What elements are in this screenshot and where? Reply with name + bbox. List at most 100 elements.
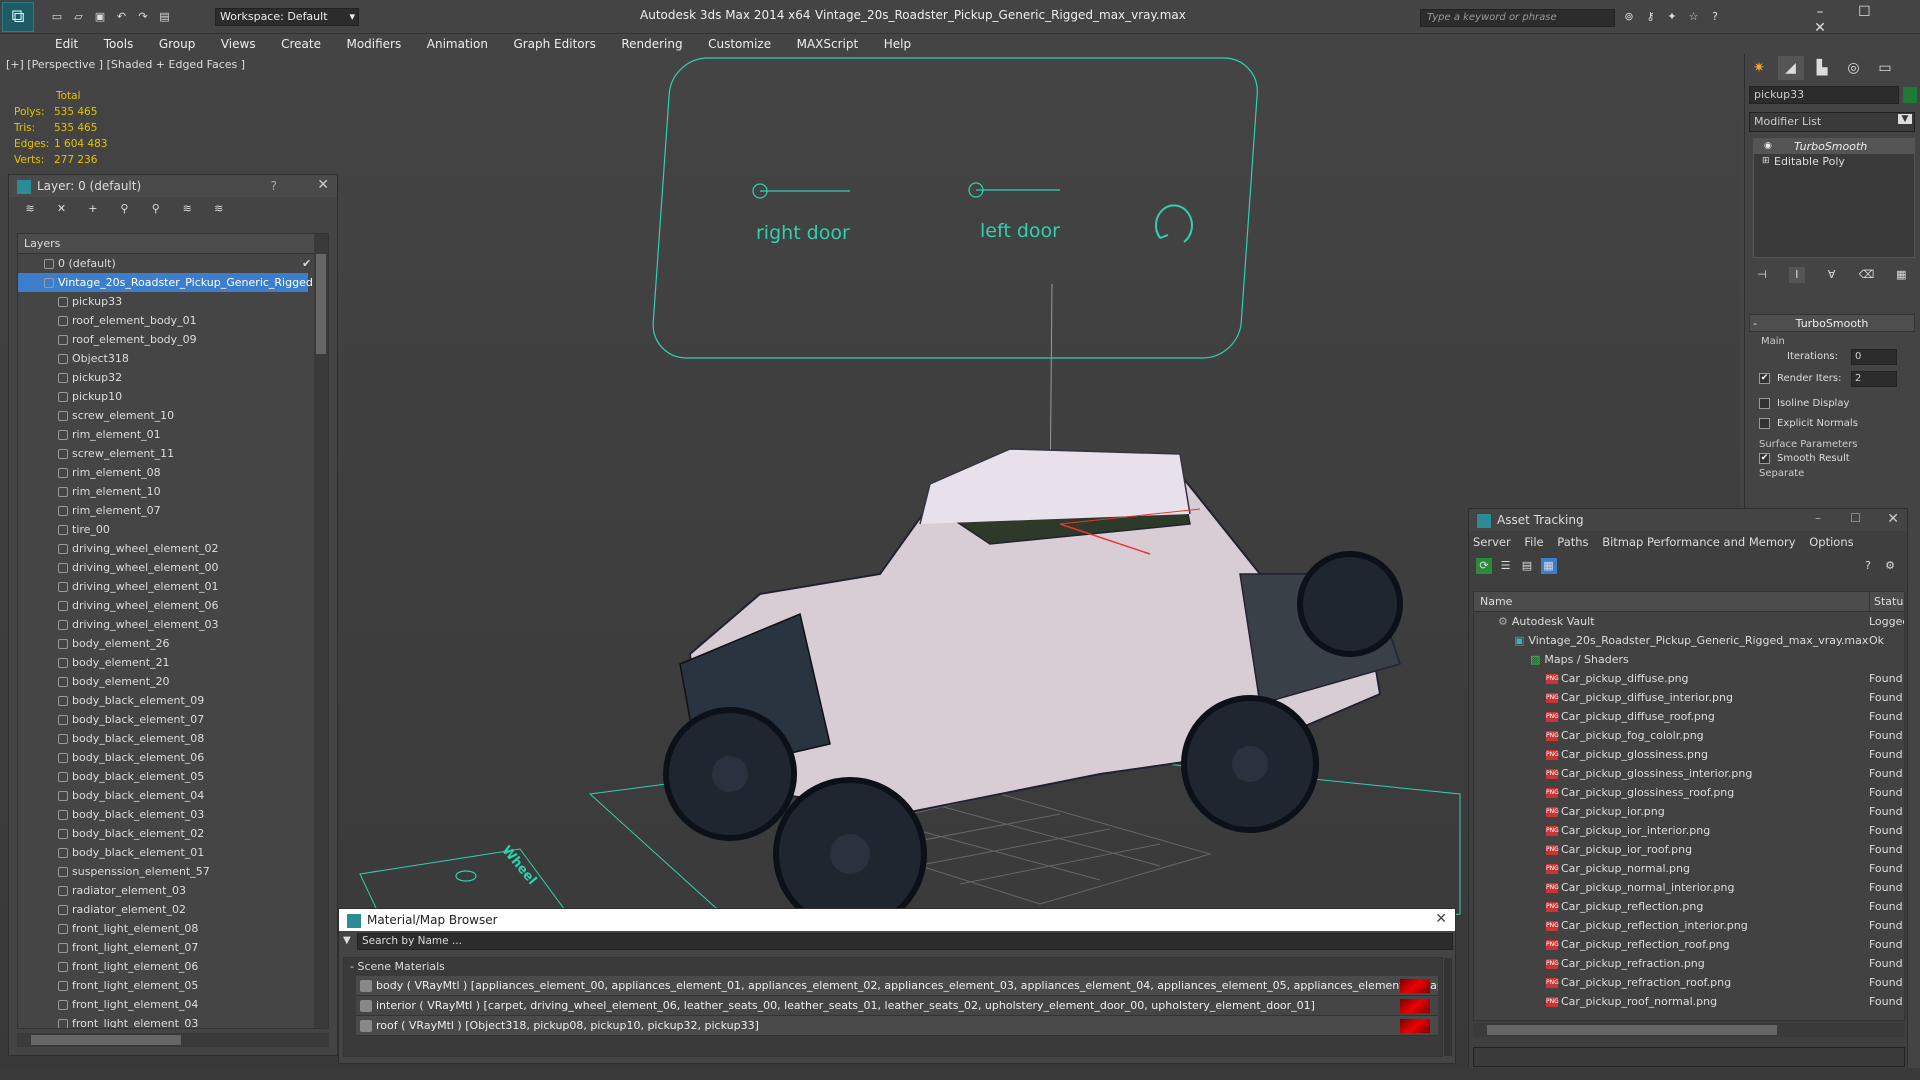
asset-map-row[interactable]: PNG Car_pickup_reflection.png Found [1474,897,1904,916]
help-icon[interactable]: ? [271,179,277,193]
scene-materials-group[interactable]: - Scene Materials [344,958,1442,976]
asset-map-row[interactable]: PNG Car_pickup_glossiness_roof.png Found [1474,783,1904,802]
star-icon[interactable]: ☆ [1686,9,1702,25]
close-icon[interactable]: ✕ [317,177,329,193]
asset-map-row[interactable]: PNG Car_pickup_roof_normal.png Found [1474,992,1904,1011]
asset-menu-server[interactable]: Server [1473,535,1511,549]
scrollbar-thumb[interactable] [31,1035,181,1045]
layer-object-item[interactable]: suspenssion_element_57 [18,862,328,881]
asset-row-file[interactable]: ▣ Vintage_20s_Roadster_Pickup_Generic_Rig… [1474,631,1904,650]
layer-object-item[interactable]: pickup32 [18,368,328,387]
layer-object-item[interactable]: body_element_21 [18,653,328,672]
layer-list[interactable]: Layers 0 (default) ✔ Vintage_20s_Roadste… [17,233,329,1029]
asset-menu-file[interactable]: File [1524,535,1543,549]
object-color-swatch[interactable] [1903,87,1917,103]
material-browser-window[interactable]: Material/Map Browser ✕ ▼ Search by Name … [338,908,1456,1064]
layer-explorer-window[interactable]: Layer: 0 (default) ? ✕ ≋ ✕ + ⚲ ⚲ ≋ ≋ Lay… [8,174,338,1056]
open-file-icon[interactable]: ▱ [71,9,87,25]
menu-animation[interactable]: Animation [416,34,499,54]
freeze-all-icon[interactable]: ≋ [211,201,227,217]
layer-object-item[interactable]: body_black_element_02 [18,824,328,843]
create-tab-icon[interactable]: ✷ [1746,56,1772,80]
material-row[interactable]: body ( VRayMtl ) [appliances_element_00,… [356,976,1438,996]
create-layer-icon[interactable]: ≋ [22,201,38,217]
modify-tab-icon[interactable]: ◢ [1777,56,1804,80]
asset-menu-options[interactable]: Options [1809,535,1853,549]
material-row[interactable]: interior ( VRayMtl ) [carpet, driving_wh… [356,996,1438,1016]
layer-object-item[interactable]: rim_element_08 [18,463,328,482]
menu-tools[interactable]: Tools [93,34,145,54]
menu-views[interactable]: Views [210,34,267,54]
layer-object-item[interactable]: front_light_element_04 [18,995,328,1014]
material-vscrollbar[interactable] [1444,958,1452,1056]
asset-map-row[interactable]: PNG Car_pickup_glossiness_interior.png Fou… [1474,764,1904,783]
layer-object-item[interactable]: screw_element_10 [18,406,328,425]
settings-icon[interactable]: ⚙ [1882,558,1898,574]
motion-tab-icon[interactable]: ◎ [1841,56,1867,80]
delete-layer-icon[interactable]: ✕ [53,201,69,217]
detail-view-icon[interactable]: ▤ [1519,558,1535,574]
layer-window-title[interactable]: Layer: 0 (default) ? ✕ [9,175,337,197]
layer-object-item[interactable]: front_light_element_07 [18,938,328,957]
asset-hscrollbar[interactable] [1473,1023,1905,1037]
iterations-spinner[interactable]: 0 [1851,349,1897,365]
layer-selected[interactable]: Vintage_20s_Roadster_Pickup_Generic_Rigg… [18,273,313,292]
material-window-title[interactable]: Material/Map Browser ✕ [339,909,1455,931]
menu-create[interactable]: Create [270,34,332,54]
layer-object-item[interactable]: driving_wheel_element_02 [18,539,328,558]
hierarchy-tab-icon[interactable]: ▙ [1809,56,1835,80]
layer-object-item[interactable]: radiator_element_03 [18,881,328,900]
layer-object-item[interactable]: front_light_element_05 [18,976,328,995]
layer-object-item[interactable]: body_element_26 [18,634,328,653]
light-bulb-icon[interactable]: ◉ [1764,139,1772,154]
layer-object-item[interactable]: rim_element_07 [18,501,328,520]
menu-graph-editors[interactable]: Graph Editors [502,34,606,54]
binoculars-icon[interactable]: ⊚ [1621,9,1637,25]
layer-object-item[interactable]: Object318 [18,349,328,368]
layer-object-item[interactable]: body_black_element_03 [18,805,328,824]
display-tab-icon[interactable]: ▭ [1872,56,1898,80]
layer-object-item[interactable]: pickup33 [18,292,328,311]
asset-menu-paths[interactable]: Paths [1557,535,1588,549]
menu-modifiers[interactable]: Modifiers [335,34,412,54]
modifier-list-dropdown[interactable]: Modifier List ▼ [1749,112,1915,132]
menu-help[interactable]: Help [873,34,922,54]
table-view-icon[interactable]: ▦ [1540,558,1557,574]
asset-map-row[interactable]: PNG Car_pickup_ior_interior.png Found [1474,821,1904,840]
object-name-field[interactable]: pickup33 [1749,86,1899,104]
layer-object-item[interactable]: rim_element_10 [18,482,328,501]
layers-column-header[interactable]: Layers [18,234,328,254]
search-input[interactable]: Type a keyword or phrase [1420,9,1615,27]
layer-object-item[interactable]: body_black_element_08 [18,729,328,748]
material-search-input[interactable]: Search by Name ... [357,933,1453,950]
layer-object-item[interactable]: body_black_element_04 [18,786,328,805]
asset-row-vault[interactable]: ⚙Autodesk Vault Logged [1474,612,1904,631]
layer-object-item[interactable]: rim_element_01 [18,425,328,444]
minimize-icon[interactable]: – [1800,4,1840,20]
asset-map-row[interactable]: PNG Car_pickup_reflection_interior.png Fou… [1474,916,1904,935]
modifier-stack-item-turbosmooth[interactable]: ◉ TurboSmooth [1754,139,1914,154]
asset-window-title[interactable]: Asset Tracking – ☐ ✕ [1469,509,1907,531]
configure-sets-icon[interactable]: ▦ [1893,267,1909,283]
undo-icon[interactable]: ↶ [114,9,130,25]
rollout-header[interactable]: - TurboSmooth [1749,314,1915,332]
menu-maxscript[interactable]: MAXScript [786,34,870,54]
render-iters-spinner[interactable]: 2 [1851,371,1897,387]
layer-default[interactable]: 0 (default) ✔ [18,254,328,273]
maximize-icon[interactable]: ☐ [1850,511,1861,525]
layer-object-item[interactable]: pickup10 [18,387,328,406]
key-icon[interactable]: ⚷ [1643,9,1659,25]
asset-map-row[interactable]: PNG Car_pickup_ior.png Found [1474,802,1904,821]
menu-customize[interactable]: Customize [697,34,782,54]
scrollbar-thumb[interactable] [1487,1025,1777,1035]
asset-map-row[interactable]: PNG Car_pickup_reflection_roof.png Found [1474,935,1904,954]
layer-object-item[interactable]: body_black_element_05 [18,767,328,786]
maximize-icon[interactable]: ☐ [1844,4,1884,20]
hide-all-icon[interactable]: ≋ [179,201,195,217]
asset-map-row[interactable]: PNG Car_pickup_normal_interior.png Found [1474,878,1904,897]
material-list[interactable]: - Scene Materials body ( VRayMtl ) [appl… [343,957,1452,1057]
asset-tracking-window[interactable]: Asset Tracking – ☐ ✕ Server File Paths B… [1468,508,1908,1074]
layer-object-item[interactable]: roof_element_body_09 [18,330,328,349]
asset-map-row[interactable]: PNG Car_pickup_refraction.png Found [1474,954,1904,973]
isoline-checkbox[interactable] [1759,398,1770,409]
